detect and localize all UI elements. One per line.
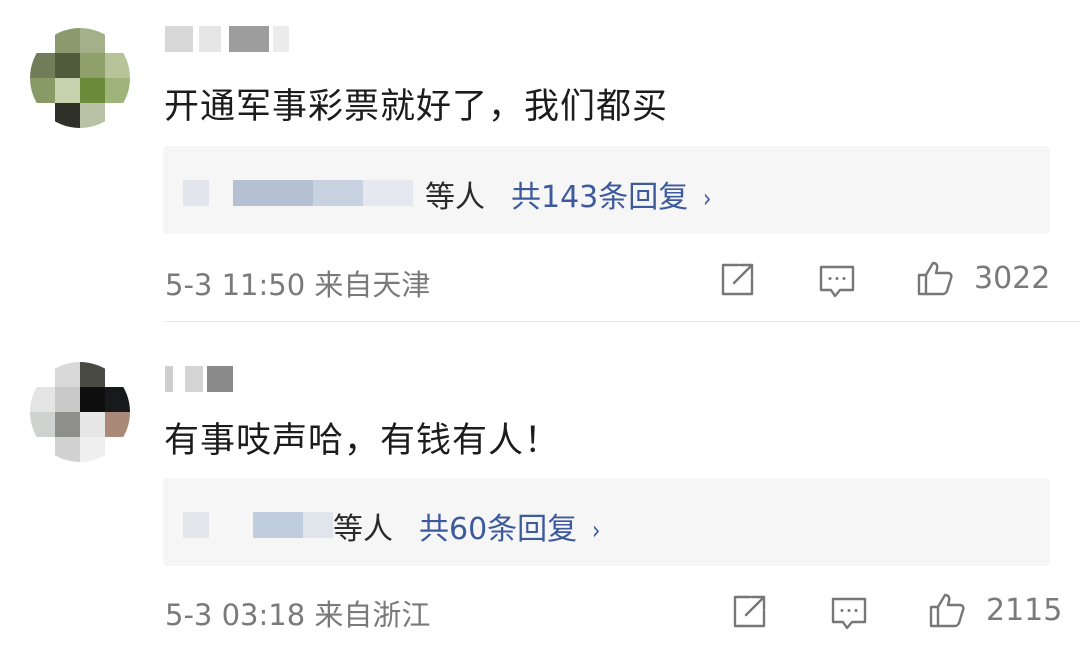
like-count: 3022	[974, 261, 1051, 296]
reply-count-label: 共143条回复	[511, 180, 689, 215]
reply-usernames-obscured	[183, 512, 333, 538]
share-icon[interactable]	[717, 260, 757, 300]
comment-text: 有事吱声哈，有钱有人！	[164, 421, 561, 461]
comment-text: 开通军事彩票就好了，我们都买	[164, 87, 669, 127]
comment-meta: 5-3 11:50 来自天津	[165, 268, 431, 302]
like-count: 2115	[986, 593, 1063, 628]
comment-icon[interactable]	[817, 261, 857, 301]
comment-icon[interactable]	[829, 593, 869, 633]
reply-summary[interactable]: 等人 共143条回复 ›	[163, 146, 1050, 234]
view-replies-link[interactable]: 共60条回复 ›	[419, 504, 602, 548]
comment-item: 开通军事彩票就好了，我们都买 等人 共143条回复 › 5-3 11:50 来自天…	[0, 0, 1080, 322]
username-obscured[interactable]	[165, 26, 295, 52]
reply-suffix: 等人	[425, 180, 485, 215]
reply-usernames-obscured	[183, 180, 433, 206]
comment-item: 有事吱声哈，有钱有人！ 等人 共60条回复 › 5-3 03:18 来自浙江 21…	[0, 322, 1080, 656]
chevron-right-icon: ›	[592, 516, 601, 546]
share-icon[interactable]	[729, 592, 769, 632]
thumbs-up-icon[interactable]	[915, 258, 955, 298]
reply-summary[interactable]: 等人 共60条回复 ›	[163, 478, 1050, 566]
reply-suffix: 等人	[333, 512, 393, 547]
reply-count-label: 共60条回复	[419, 512, 578, 547]
view-replies-link[interactable]: 共143条回复 ›	[511, 172, 713, 216]
chevron-right-icon: ›	[703, 184, 712, 214]
username-obscured[interactable]	[165, 366, 245, 392]
comment-meta: 5-3 03:18 来自浙江	[165, 598, 431, 632]
avatar[interactable]	[30, 362, 130, 462]
avatar[interactable]	[30, 28, 130, 128]
thumbs-up-icon[interactable]	[927, 590, 967, 630]
